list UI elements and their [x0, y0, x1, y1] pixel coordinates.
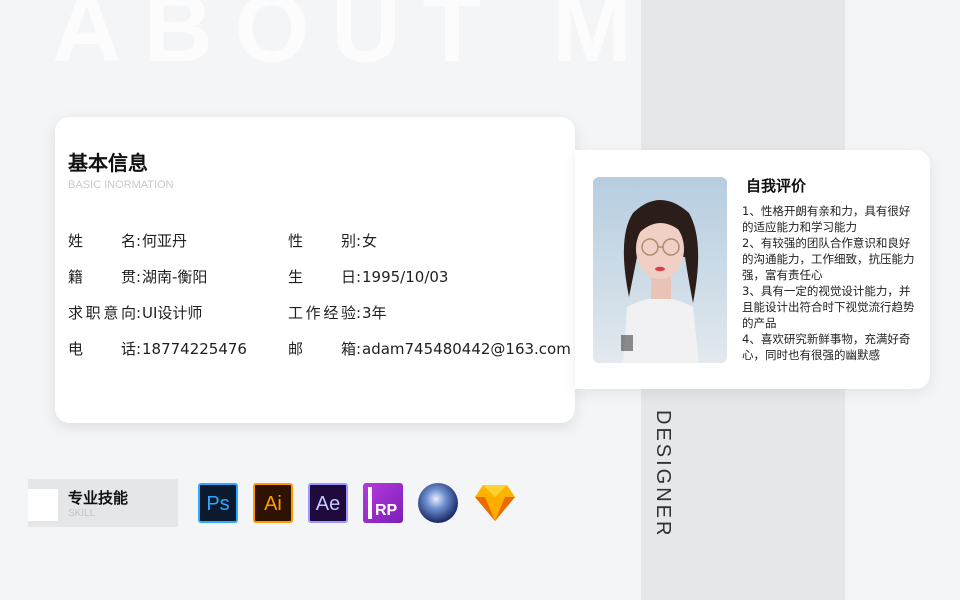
- field-label: 工作经验: [288, 304, 356, 322]
- field-value: adam745480442@163.com: [362, 340, 571, 358]
- field-value: 何亚丹: [142, 232, 188, 250]
- field-phone: 电话:18774225476: [68, 340, 247, 358]
- field-label: 姓名: [68, 232, 136, 250]
- field-gender: 性别:女: [288, 232, 378, 250]
- self-evaluation-card: 自我评价 1、性格开朗有亲和力，具有很好的适应能力和学习能力 2、有较强的团队合…: [575, 150, 930, 389]
- field-name: 姓名:何亚丹: [68, 232, 188, 250]
- skills-title: 专业技能: [68, 489, 129, 507]
- about-me-background-text: ABOUT ME: [52, 0, 740, 82]
- field-value: 女: [362, 232, 378, 250]
- sketch-icon: [474, 483, 515, 523]
- field-value: 18774225476: [142, 340, 247, 358]
- basic-info-title: 基本信息: [68, 151, 148, 175]
- field-hometown: 籍贯:湖南-衡阳: [68, 268, 208, 286]
- field-value: UI设计师: [142, 304, 203, 322]
- basic-info-card: 基本信息 BASIC INORMATION 姓名:何亚丹 性别:女 籍贯:湖南-…: [55, 117, 575, 423]
- field-job-intention: 求职意向:UI设计师: [68, 304, 203, 322]
- evaluation-item: 1、性格开朗有亲和力，具有很好的适应能力和学习能力: [742, 204, 911, 234]
- field-work-experience: 工作经验:3年: [288, 304, 387, 322]
- field-email: 邮箱:adam745480442@163.com: [288, 340, 571, 358]
- basic-info-subtitle: BASIC INORMATION: [68, 179, 174, 191]
- portrait-illustration: [621, 200, 699, 363]
- field-label: 性别: [288, 232, 356, 250]
- self-evaluation-title: 自我评价: [746, 177, 807, 195]
- field-value: 1995/10/03: [362, 268, 449, 286]
- field-label: 籍贯: [68, 268, 136, 286]
- skills-subtitle: SKILL: [68, 508, 96, 519]
- axure-rp-icon: RP: [363, 483, 403, 523]
- evaluation-item: 2、有较强的团队合作意识和良好的沟通能力，工作细致，抗压能力强，富有责任心: [742, 236, 915, 282]
- evaluation-item: 3、具有一定的视觉设计能力，并且能设计出符合时下视觉流行趋势的产品: [742, 284, 915, 330]
- self-evaluation-list: 1、性格开朗有亲和力，具有很好的适应能力和学习能力 2、有较强的团队合作意识和良…: [742, 203, 920, 363]
- axure-rp-label: RP: [375, 502, 398, 519]
- after-effects-icon: Ae: [308, 483, 348, 523]
- field-label: 求职意向: [68, 304, 136, 322]
- designer-vertical-text: DESIGNER: [652, 410, 674, 539]
- field-value: 湖南-衡阳: [142, 268, 208, 286]
- field-value: 3年: [362, 304, 387, 322]
- skills-tag: 专业技能 SKILL: [28, 479, 178, 527]
- cinema4d-icon: [418, 483, 458, 523]
- field-birthday: 生日:1995/10/03: [288, 268, 449, 286]
- field-label: 邮箱: [288, 340, 356, 358]
- evaluation-item: 4、喜欢研究新鲜事物，充满好奇心，同时也有很强的幽默感: [742, 332, 911, 362]
- profile-photo: [593, 177, 727, 363]
- illustrator-icon: Ai: [253, 483, 293, 523]
- field-label: 电话: [68, 340, 136, 358]
- field-label: 生日: [288, 268, 356, 286]
- skills-tag-accent: [28, 489, 58, 521]
- photoshop-icon: Ps: [198, 483, 238, 523]
